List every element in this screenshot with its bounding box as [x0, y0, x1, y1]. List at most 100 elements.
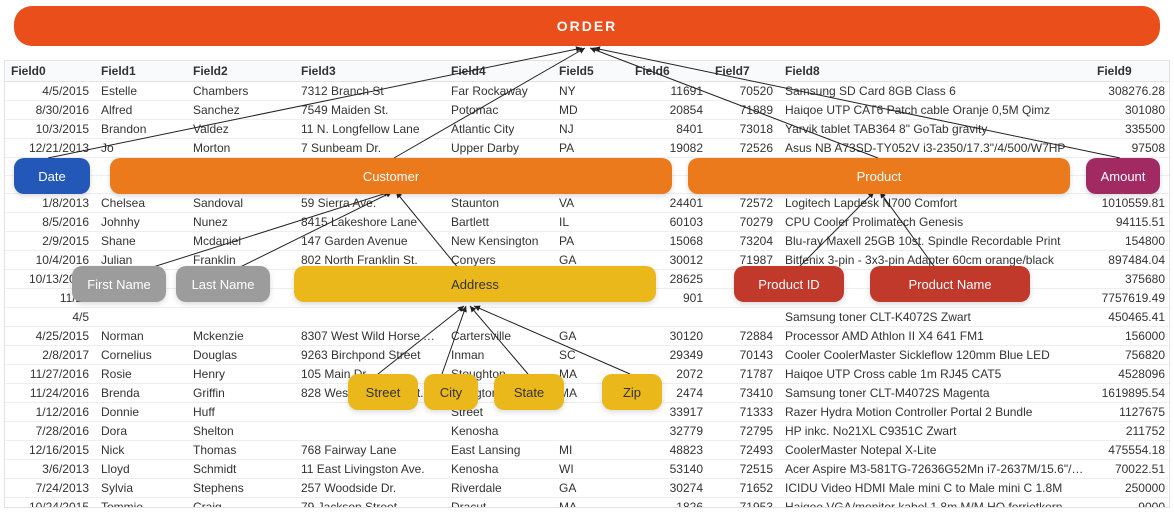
pill-state[interactable]: State — [494, 374, 564, 410]
cell: 11 East Livingston Ave. — [295, 460, 445, 479]
cell: Haiqoe UTP CAT6 Patch cable Oranje 0,5M … — [779, 101, 1091, 120]
cell: 72526 — [709, 139, 779, 158]
cell: 30274 — [629, 479, 709, 498]
cell-text: 59 Sierra Ave. — [301, 196, 376, 210]
pill-city[interactable]: City — [424, 374, 478, 410]
cell: Schmidt — [187, 460, 295, 479]
cell-text: 250000 — [1125, 481, 1165, 495]
pill-date[interactable]: Date — [14, 158, 90, 194]
col-header[interactable]: Field0 — [5, 61, 95, 82]
cell-text: Stephens — [193, 481, 244, 495]
col-header[interactable]: Field3 — [295, 61, 445, 82]
cell-text: 450465.41 — [1108, 310, 1165, 324]
pill-customer-label: Customer — [363, 169, 419, 184]
pill-customer[interactable]: Customer — [110, 158, 672, 194]
cell-text: Griffin — [193, 386, 225, 400]
cell-text: 71889 — [740, 103, 773, 117]
table-row[interactable]: 10/3/2015BrandonValdez11 N. Longfellow L… — [5, 120, 1170, 139]
cell-text: Julian — [101, 253, 132, 267]
cell-text: 335500 — [1125, 122, 1165, 136]
table-row[interactable]: 12/21/2013JoMorton7 Sunbeam Dr.Upper Dar… — [5, 139, 1170, 158]
cell-text: 72493 — [740, 443, 773, 457]
cell-text: 79 Jackson Street — [301, 500, 397, 508]
cell: 97508 — [1091, 139, 1170, 158]
table-row[interactable]: 4/5/2015EstelleChambers7312 Branch StFar… — [5, 82, 1170, 101]
cell-text: 8415 Lakeshore Lane — [301, 215, 417, 229]
cell: 10/24/2015 — [5, 498, 95, 509]
cell-text: MD — [559, 103, 578, 117]
col-header[interactable]: Field9 — [1091, 61, 1170, 82]
table-row[interactable]: 2/9/2015ShaneMcdaniel147 Garden AvenueNe… — [5, 232, 1170, 251]
pill-product[interactable]: Product — [688, 158, 1070, 194]
cell-text: Douglas — [193, 348, 237, 362]
pill-address[interactable]: Address — [294, 266, 656, 302]
cell: IL — [553, 213, 629, 232]
cell-text: ICIDU Video HDMI Male mini C to Male min… — [785, 481, 1062, 495]
cell: 70022.51 — [1091, 460, 1170, 479]
pill-amount[interactable]: Amount — [1086, 158, 1160, 194]
cell: 2/9/2015 — [5, 232, 95, 251]
cell: SC — [553, 346, 629, 365]
cell-text: Schmidt — [193, 462, 236, 476]
cell: HP inkc. No21XL C9351C Zwart — [779, 422, 1091, 441]
cell-text: NY — [559, 84, 576, 98]
cell: 3/6/2013 — [5, 460, 95, 479]
cell-text: 24401 — [670, 196, 703, 210]
cell — [709, 308, 779, 327]
pill-first-name[interactable]: First Name — [72, 266, 166, 302]
col-header[interactable]: Field6 — [629, 61, 709, 82]
table-row[interactable]: 11/24/2016BrendaGriffin828 West Oakwood … — [5, 384, 1170, 403]
cell: MI — [553, 441, 629, 460]
cell-text: 7549 Maiden St. — [301, 103, 388, 117]
col-header[interactable]: Field8 — [779, 61, 1091, 82]
table-row[interactable]: 11/27/2016RosieHenry105 Main Dr.Stoughto… — [5, 365, 1170, 384]
cell-text: 2/9/2015 — [42, 234, 89, 248]
cell: 450465.41 — [1091, 308, 1170, 327]
table-row[interactable]: 8/30/2016AlfredSanchez7549 Maiden St.Pot… — [5, 101, 1170, 120]
cell: Tommie — [95, 498, 187, 509]
cell-text: Razer Hydra Motion Controller Portal 2 B… — [785, 405, 1032, 419]
cell-text: CoolerMaster Notepal X-Lite — [785, 443, 936, 457]
cell-text: 7 Sunbeam Dr. — [301, 141, 381, 155]
table-row[interactable]: 3/6/2013LloydSchmidt11 East Livingston A… — [5, 460, 1170, 479]
col-header[interactable]: Field2 — [187, 61, 295, 82]
cell — [295, 422, 445, 441]
table-row[interactable]: 1/12/2016DonnieHuffStreet3391771333Razer… — [5, 403, 1170, 422]
col-header[interactable]: Field5 — [553, 61, 629, 82]
table-row[interactable]: 7/28/2016DoraSheltonKenosha3277972795HP … — [5, 422, 1170, 441]
cell: Logitech Lapdesk N700 Comfort — [779, 194, 1091, 213]
cell-text: Dora — [101, 424, 127, 438]
table-row[interactable]: 4/25/2015NormanMckenzie8307 West Wild Ho… — [5, 327, 1170, 346]
cell-text: Haiqoe UTP Cross cable 1m RJ45 CAT5 — [785, 367, 1001, 381]
cell: 72795 — [709, 422, 779, 441]
cell: Yarvik tablet TAB364 8" GoTab gravity — [779, 120, 1091, 139]
cell: 70143 — [709, 346, 779, 365]
cell-text: Kenosha — [451, 424, 498, 438]
col-header[interactable]: Field4 — [445, 61, 553, 82]
table-row[interactable]: 1/8/2013ChelseaSandoval59 Sierra Ave.Sta… — [5, 194, 1170, 213]
table-row[interactable]: 7/24/2013SylviaStephens257 Woodside Dr.R… — [5, 479, 1170, 498]
cell-text: 9263 Birchpond Street — [301, 348, 420, 362]
cell: 335500 — [1091, 120, 1170, 139]
table-row[interactable]: 8/5/2016JohnhyNunez8415 Lakeshore LaneBa… — [5, 213, 1170, 232]
pill-product-id[interactable]: Product ID — [734, 266, 844, 302]
cell-text: Tommie — [101, 500, 143, 508]
col-header[interactable]: Field1 — [95, 61, 187, 82]
pill-last-name[interactable]: Last Name — [176, 266, 270, 302]
table-row[interactable]: 4/5Samsung toner CLT-K4072S Zwart450465.… — [5, 308, 1170, 327]
pill-street[interactable]: Street — [348, 374, 418, 410]
table-row[interactable]: 2/8/2017CorneliusDouglas9263 Birchpond S… — [5, 346, 1170, 365]
pill-zip[interactable]: Zip — [602, 374, 662, 410]
cell-text: 1/12/2016 — [36, 405, 89, 419]
cell: 8401 — [629, 120, 709, 139]
cell: 73018 — [709, 120, 779, 139]
cell: 156000 — [1091, 327, 1170, 346]
col-header[interactable]: Field7 — [709, 61, 779, 82]
cell: East Lansing — [445, 441, 553, 460]
cell: ICIDU Video HDMI Male mini C to Male min… — [779, 479, 1091, 498]
table-row[interactable]: 10/24/2015TommieCraig79 Jackson StreetDr… — [5, 498, 1170, 509]
pill-product-name[interactable]: Product Name — [870, 266, 1030, 302]
cell: Sanchez — [187, 101, 295, 120]
cell-text: 8/5/2016 — [42, 215, 89, 229]
table-row[interactable]: 12/16/2015NickThomas768 Fairway LaneEast… — [5, 441, 1170, 460]
